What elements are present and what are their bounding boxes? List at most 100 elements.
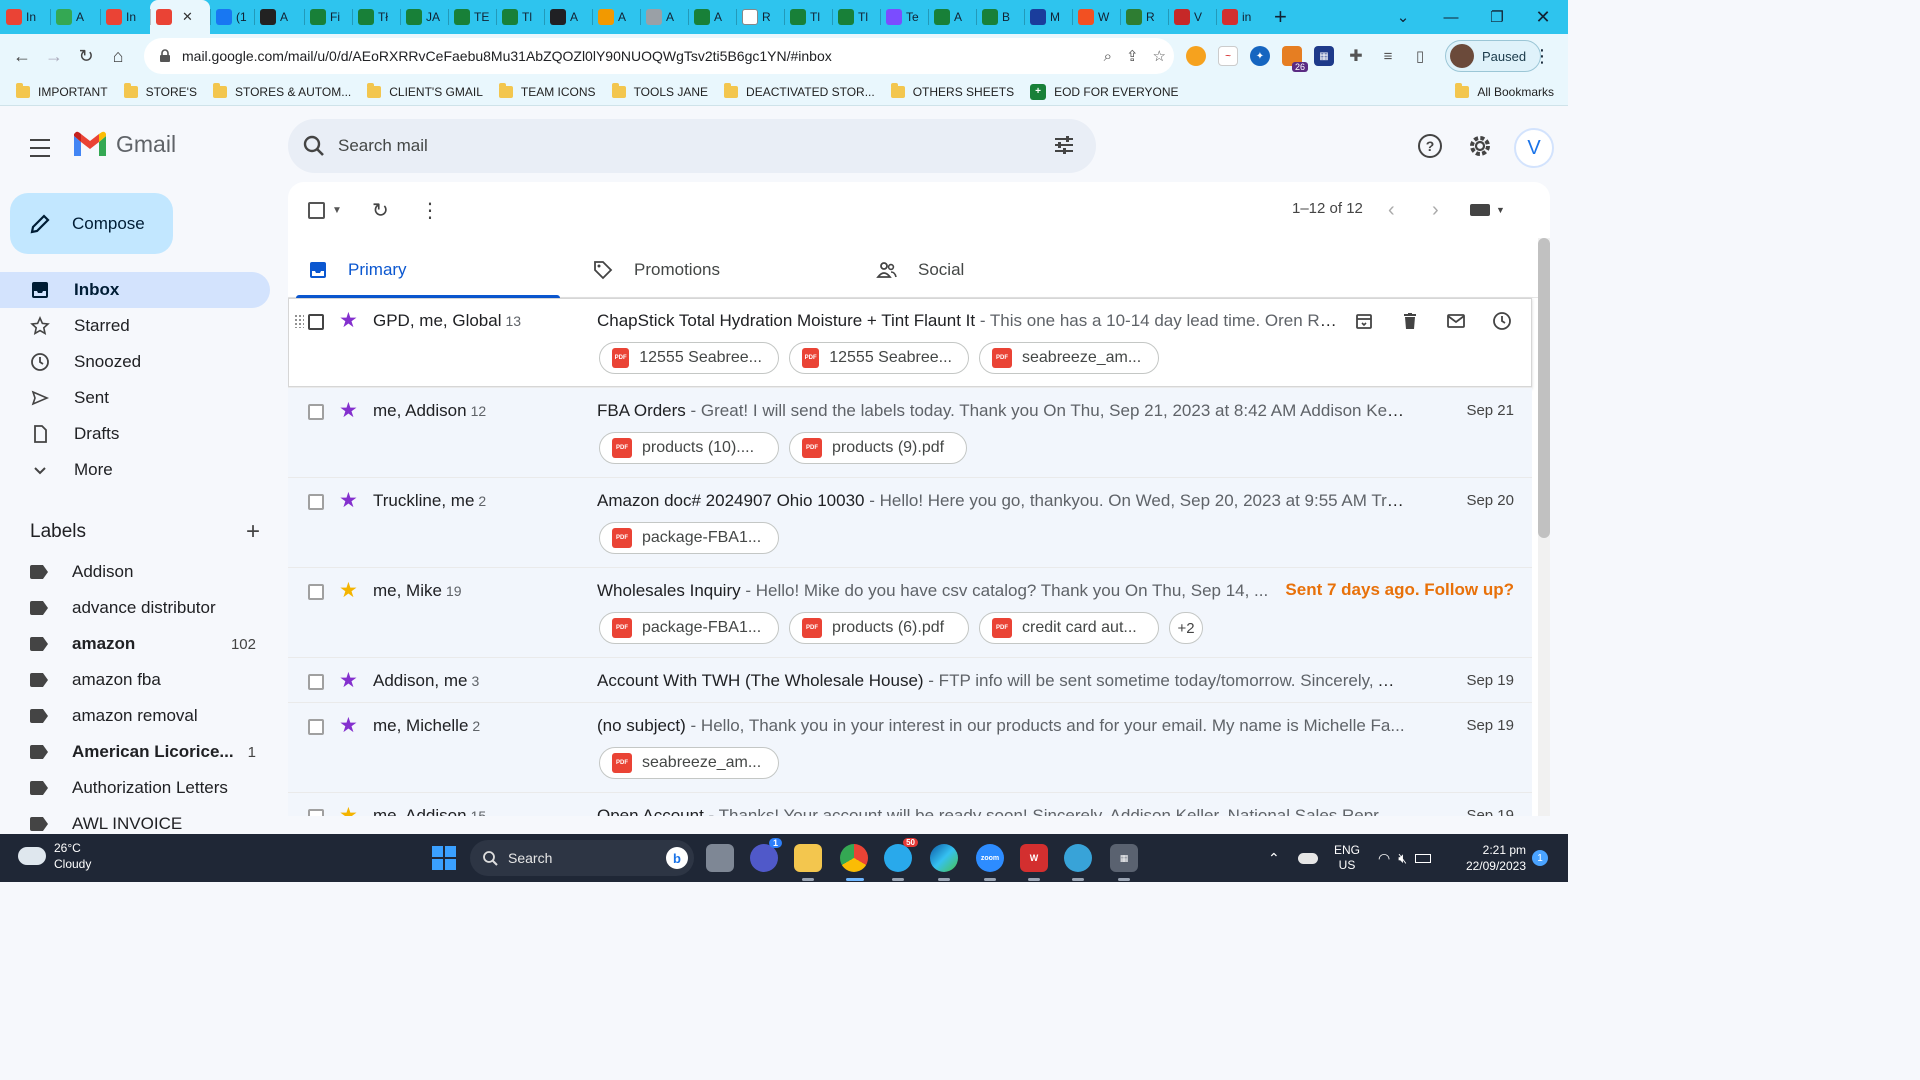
browser-tab[interactable]: Tl [832, 0, 880, 34]
network-app-icon[interactable] [1064, 844, 1092, 872]
browser-tab[interactable]: A [544, 0, 592, 34]
new-tab-icon[interactable]: + [1274, 4, 1287, 30]
extension-icon[interactable] [1186, 46, 1206, 66]
chrome-menu-icon[interactable]: ⋮ [1522, 38, 1562, 74]
email-checkbox[interactable] [308, 584, 324, 600]
email-checkbox[interactable] [308, 314, 324, 330]
refresh-icon[interactable]: ↻ [372, 198, 389, 222]
star-icon[interactable]: ★ [339, 400, 358, 422]
extension-icon[interactable]: ~ [1218, 46, 1238, 66]
calculator-icon[interactable]: ▦ [1110, 844, 1138, 872]
browser-tab[interactable]: in [1216, 0, 1264, 34]
bookmark-item[interactable]: OTHERS SHEETS [890, 82, 1014, 99]
wps-icon[interactable]: W [1020, 844, 1048, 872]
teams-icon[interactable]: 1 [750, 838, 782, 872]
telegram-icon[interactable]: 50 [884, 838, 918, 872]
sidebar-item-snoozed[interactable]: Snoozed [0, 344, 270, 380]
browser-tab[interactable]: W [1072, 0, 1120, 34]
zoom-icon[interactable]: ⌕ [1104, 48, 1112, 65]
attachment-chip[interactable]: PDF products (9).pdf [789, 432, 967, 464]
tab-social[interactable]: Social [856, 242, 1128, 298]
label-item[interactable]: amazon removal [0, 698, 270, 734]
bookmark-item[interactable]: STORE'S [123, 82, 197, 99]
sidebar-item-drafts[interactable]: Drafts [0, 416, 270, 452]
inbox-scroll-thumb[interactable] [1538, 238, 1550, 538]
quick-settings[interactable]: ◠ 🔇︎ [1378, 834, 1432, 882]
browser-tab[interactable]: M [1024, 0, 1072, 34]
media-icon[interactable]: ≡ [1378, 46, 1398, 66]
select-all-checkbox[interactable] [308, 198, 325, 222]
taskbar-search[interactable]: Search b [470, 840, 694, 876]
maximize-icon[interactable]: ❐ [1474, 0, 1520, 34]
email-row[interactable]: ★ me, Addison 15 Open Account - Thanks! You… [288, 793, 1532, 816]
bookmark-item[interactable]: CLIENT'S GMAIL [367, 82, 483, 99]
site-info-icon[interactable] [158, 49, 172, 63]
attachment-chip[interactable]: PDF products (10).... [599, 432, 779, 464]
attachment-chip[interactable]: PDF seabreeze_am... [599, 747, 779, 779]
attachment-chip[interactable]: PDF 12555 Seabree... [789, 342, 969, 374]
side-panel-icon[interactable]: ▯ [1410, 46, 1430, 66]
search-input[interactable]: Search mail [338, 136, 428, 156]
language-indicator[interactable]: ENG US [1334, 834, 1360, 882]
close-window-icon[interactable]: ✕ [1520, 0, 1566, 34]
older-page-icon[interactable]: › [1432, 198, 1439, 222]
attachment-chip[interactable]: PDF credit card aut... [979, 612, 1159, 644]
extension-icon[interactable]: ▦ [1314, 46, 1334, 66]
sidebar-item-sent[interactable]: Sent [0, 380, 270, 416]
puzzle-icon[interactable]: ✚ [1346, 46, 1366, 66]
bookmark-item[interactable]: TEAM ICONS [498, 82, 596, 99]
browser-tab[interactable]: A [50, 0, 100, 34]
extension-icon[interactable]: ✦ [1250, 46, 1270, 66]
browser-tab[interactable]: In [100, 0, 150, 34]
close-tab-icon[interactable]: ✕ [182, 9, 193, 25]
attachment-chip[interactable]: PDF seabreeze_am... [979, 342, 1159, 374]
email-row[interactable]: ★ GPD, me, Global 13 ChapStick Total Hydrat… [288, 298, 1532, 388]
file-explorer-icon[interactable] [794, 844, 822, 872]
browser-tab[interactable]: JA [400, 0, 448, 34]
attachment-chip[interactable]: PDF package-FBA1... [599, 612, 779, 644]
tab-promotions[interactable]: Promotions [572, 242, 844, 298]
compose-button[interactable]: Compose [10, 193, 173, 254]
star-icon[interactable]: ★ [339, 580, 358, 602]
notification-center[interactable]: 1 [1532, 834, 1548, 882]
search-options-icon[interactable] [1052, 133, 1076, 157]
email-row[interactable]: ★ Truckline, me 2 Amazon doc# 2024907 Ohio … [288, 478, 1532, 568]
chrome-icon[interactable] [840, 844, 868, 872]
browser-tab[interactable]: A [928, 0, 976, 34]
tray-overflow-icon[interactable]: ⌃ [1268, 834, 1280, 882]
browser-tab[interactable]: Fi [304, 0, 352, 34]
browser-tab[interactable]: V [1168, 0, 1216, 34]
mark-unread-icon[interactable] [1444, 309, 1468, 333]
email-checkbox[interactable] [308, 494, 324, 510]
star-icon[interactable]: ★ [339, 715, 358, 737]
attachment-chip[interactable]: PDF products (6).pdf [789, 612, 969, 644]
email-row[interactable]: ★ me, Mike 19 Wholesales Inquiry - Hello! M… [288, 568, 1532, 658]
email-row[interactable]: ★ me, Michelle 2 (no subject) - Hello, Than… [288, 703, 1532, 793]
label-item[interactable]: Addison [0, 554, 270, 590]
browser-tab[interactable]: Te [880, 0, 928, 34]
tab-primary[interactable]: Primary [288, 242, 560, 298]
bookmark-star-icon[interactable]: ☆ [1153, 47, 1166, 65]
more-attachments-chip[interactable]: +2 [1169, 612, 1203, 644]
star-icon[interactable]: ★ [339, 805, 358, 817]
help-icon[interactable]: ? [1412, 128, 1448, 164]
attachment-chip[interactable]: PDF 12555 Seabree... [599, 342, 779, 374]
zoom-icon[interactable]: zoom [976, 844, 1004, 872]
browser-tab[interactable]: R [1120, 0, 1168, 34]
reload-icon[interactable]: ↻ [70, 40, 102, 72]
tab-search-icon[interactable]: ⌄ [1380, 0, 1426, 34]
browser-tab[interactable]: (1 [210, 0, 254, 34]
system-clock[interactable]: 2:21 pm 22/09/2023 [1458, 842, 1526, 874]
bookmark-item[interactable]: IMPORTANT [16, 82, 108, 99]
label-item[interactable]: amazon fba [0, 662, 270, 698]
forward-icon[interactable]: → [38, 40, 70, 72]
email-checkbox[interactable] [308, 404, 324, 420]
home-icon[interactable]: ⌂ [102, 40, 134, 72]
browser-tab[interactable]: Tł [352, 0, 400, 34]
share-icon[interactable]: ⇪ [1126, 47, 1139, 65]
main-menu-icon[interactable] [26, 136, 54, 160]
email-checkbox[interactable] [308, 809, 324, 816]
browser-tab[interactable]: B [976, 0, 1024, 34]
browser-tab[interactable]: A [592, 0, 640, 34]
sidebar-item-starred[interactable]: Starred [0, 308, 270, 344]
